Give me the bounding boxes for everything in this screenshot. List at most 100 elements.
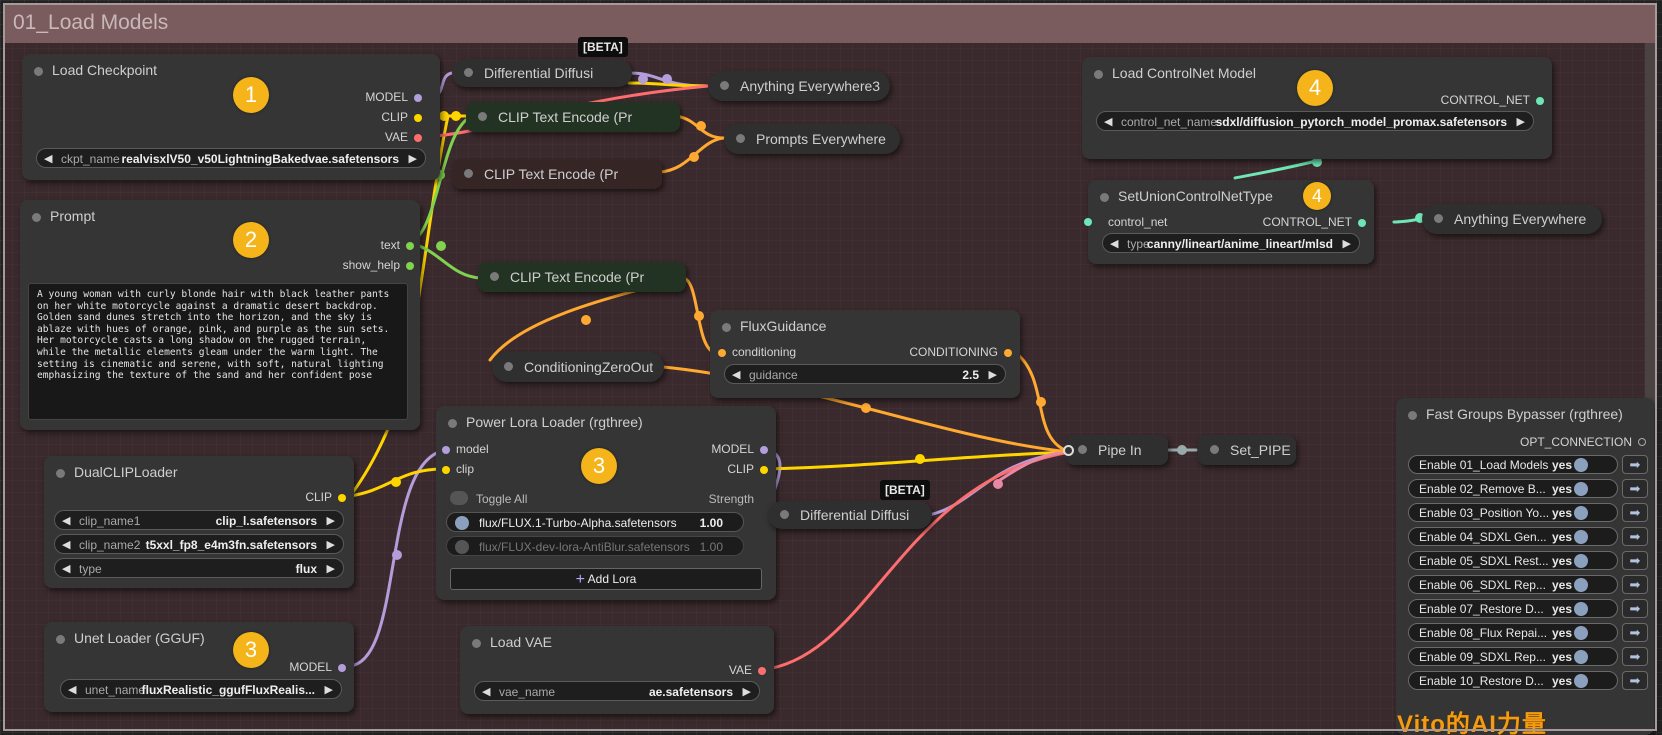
combo-right-arrow-icon[interactable]: ▶ [743,685,751,698]
combo-right-arrow-icon[interactable]: ▶ [1343,237,1351,250]
differential-diffusion-node-2[interactable]: Differential Diffusi [768,501,932,529]
lora-name[interactable]: flux/FLUX.1-Turbo-Alpha.safetensors [479,516,677,530]
output-model-socket[interactable] [760,446,768,454]
output-control-net-socket[interactable] [1358,219,1366,227]
collapse-dot[interactable] [722,323,731,332]
output-opt-connection-socket[interactable] [1638,438,1646,446]
collapse-dot[interactable] [464,68,473,77]
decrement-arrow-icon[interactable]: ◀ [732,368,740,381]
flux-guidance-node[interactable]: FluxGuidance conditioning CONDITIONING ◀… [710,310,1020,398]
collapse-dot[interactable] [490,272,499,281]
increment-arrow-icon[interactable]: ▶ [989,368,997,381]
bypasser-toggle-icon[interactable] [1574,650,1588,664]
bypasser-row[interactable]: Enable 09_SDXL Rep... yes [1408,647,1618,666]
output-vae-socket[interactable] [414,134,422,142]
collapse-dot[interactable] [56,469,65,478]
output-clip-socket[interactable] [414,114,422,122]
collapse-dot[interactable] [34,67,43,76]
set-pipe-node[interactable]: Set_PIPE [1198,435,1296,465]
clip-text-encode-node-3[interactable]: CLIP Text Encode (Pr [478,262,686,292]
bypasser-row[interactable]: Enable 07_Restore D... yes [1408,599,1618,618]
load-vae-node[interactable]: Load VAE VAE ◀ vae_name ae.safetensors ▶ [460,626,774,714]
bypasser-toggle-icon[interactable] [1574,554,1588,568]
unet-name-combo[interactable]: ◀ unet_name fluxRealistic_ggufFluxRealis… [60,679,342,699]
combo-right-arrow-icon[interactable]: ▶ [409,152,417,165]
bypasser-toggle-icon[interactable] [1574,578,1588,592]
bypasser-toggle-icon[interactable] [1574,602,1588,616]
combo-right-arrow-icon[interactable]: ▶ [325,683,333,696]
bypasser-row[interactable]: Enable 05_SDXL Rest... yes [1408,551,1618,570]
combo-right-arrow-icon[interactable]: ▶ [327,538,335,551]
navigate-to-group-button[interactable]: ➡ [1622,455,1648,474]
bypasser-toggle-icon[interactable] [1574,530,1588,544]
output-clip-socket[interactable] [338,494,346,502]
input-conditioning-socket[interactable] [718,349,726,357]
set-union-controlnet-type-node[interactable]: SetUnionControlNetType control_net CONTR… [1084,180,1374,264]
navigate-to-group-button[interactable]: ➡ [1622,575,1648,594]
clip-text-encode-node-2[interactable]: CLIP Text Encode (Pr [452,159,662,189]
pipe-in-socket[interactable] [1063,445,1074,456]
control-net-name-combo[interactable]: ◀ control_net_name sdxl/diffusion_pytorc… [1096,111,1534,131]
navigate-to-group-button[interactable]: ➡ [1622,527,1648,546]
collapse-dot[interactable] [464,169,473,178]
lora-toggle-icon[interactable] [455,540,469,554]
fast-groups-bypasser-node[interactable]: Fast Groups Bypasser (rgthree) OPT_CONNE… [1396,398,1654,735]
lora-toggle-icon[interactable] [455,516,469,530]
anything-everywhere-node[interactable]: Anything Everywhere [1422,204,1602,234]
collapse-dot[interactable] [478,112,487,121]
clip-name2-combo[interactable]: ◀ clip_name2 t5xxl_fp8_e4m3fn.safetensor… [54,534,344,554]
output-vae-socket[interactable] [758,667,766,675]
collapse-dot[interactable] [472,639,481,648]
controlnet-type-combo[interactable]: ◀ type canny/lineart/anime_lineart/mlsd … [1102,233,1360,253]
collapse-dot[interactable] [1434,214,1443,223]
combo-left-arrow-icon[interactable]: ◀ [62,562,70,575]
bypasser-toggle-icon[interactable] [1574,626,1588,640]
clip-text-encode-node-1[interactable]: CLIP Text Encode (Pr [466,102,680,132]
navigate-to-group-button[interactable]: ➡ [1622,503,1648,522]
bypasser-toggle-icon[interactable] [1574,506,1588,520]
navigate-to-group-button[interactable]: ➡ [1622,671,1648,690]
input-clip-socket[interactable] [442,466,450,474]
navigate-to-group-button[interactable]: ➡ [1622,647,1648,666]
combo-right-arrow-icon[interactable]: ▶ [1517,115,1525,128]
lora-row-2[interactable]: flux/FLUX-dev-lora-AntiBlur.safetensors … [446,536,744,556]
combo-left-arrow-icon[interactable]: ◀ [68,683,76,696]
bypasser-row[interactable]: Enable 10_Restore D... yes [1408,671,1618,690]
lora-strength[interactable]: 1.00 [700,516,723,530]
collapse-dot[interactable] [1408,411,1417,420]
combo-left-arrow-icon[interactable]: ◀ [62,538,70,551]
pipe-in-node[interactable]: Pipe In [1066,435,1168,465]
output-clip-socket[interactable] [760,466,768,474]
navigate-to-group-button[interactable]: ➡ [1622,551,1648,570]
output-conditioning-socket[interactable] [1004,349,1012,357]
collapse-dot[interactable] [1078,445,1087,454]
output-text-socket[interactable] [406,242,414,250]
combo-left-arrow-icon[interactable]: ◀ [1104,115,1112,128]
bypasser-row[interactable]: Enable 04_SDXL Gen... yes [1408,527,1618,546]
combo-left-arrow-icon[interactable]: ◀ [62,514,70,527]
load-checkpoint-node[interactable]: Load Checkpoint MODEL CLIP VAE ◀ ckpt_na… [22,54,440,180]
navigate-to-group-button[interactable]: ➡ [1622,479,1648,498]
collapse-dot[interactable] [448,419,457,428]
unet-loader-node[interactable]: Unet Loader (GGUF) MODEL ◀ unet_name flu… [44,622,354,712]
toggle-all-switch[interactable] [450,491,468,505]
bypasser-toggle-icon[interactable] [1574,674,1588,688]
anything-everywhere3-node[interactable]: Anything Everywhere3 [708,71,890,101]
bypasser-toggle-icon[interactable] [1574,458,1588,472]
bypasser-row[interactable]: Enable 02_Remove B... yes [1408,479,1618,498]
bypasser-row[interactable]: Enable 03_Position Yo... yes [1408,503,1618,522]
prompts-everywhere-node[interactable]: Prompts Everywhere [724,124,900,154]
output-model-socket[interactable] [338,664,346,672]
power-lora-loader-node[interactable]: Power Lora Loader (rgthree) model clip M… [436,406,776,600]
input-model-socket[interactable] [442,446,450,454]
node-canvas[interactable]: 01_Load Models [BETA] [BETA] Load Checkp… [0,0,1662,735]
collapse-dot[interactable] [720,81,729,90]
collapse-dot[interactable] [1210,445,1219,454]
navigate-to-group-button[interactable]: ➡ [1622,599,1648,618]
output-model-socket[interactable] [414,94,422,102]
add-lora-button[interactable]: + Add Lora [450,568,762,590]
collapse-dot[interactable] [1094,70,1103,79]
ckpt-name-combo[interactable]: ◀ ckpt_name realvisxlV50_v50LightningBak… [36,148,426,168]
collapse-dot[interactable] [780,510,789,519]
combo-left-arrow-icon[interactable]: ◀ [1110,237,1118,250]
